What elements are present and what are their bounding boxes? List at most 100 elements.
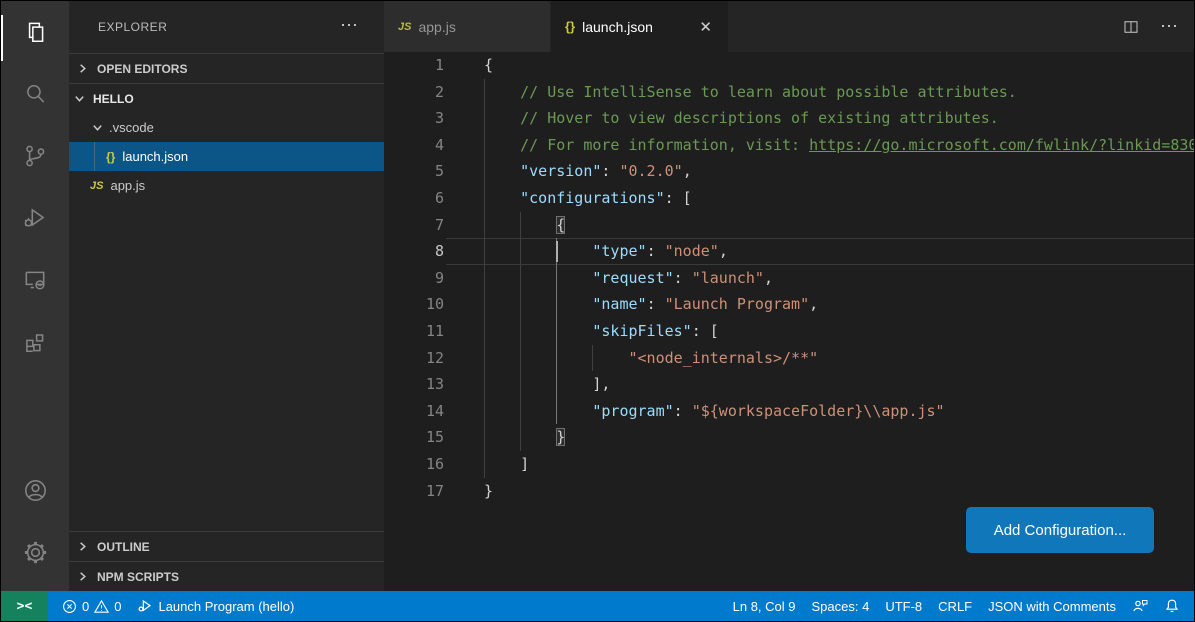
magnifier-icon [22,81,48,107]
code-line[interactable]: 2 // Use IntelliSense to learn about pos… [384,79,1194,106]
code-token: // Hover to view descriptions of existin… [484,109,999,127]
code-token: "type" [592,242,646,260]
status-bar: >< 0 0 Launch Program (hello) [1,591,1194,621]
line-number[interactable]: 6 [384,185,444,212]
encoding-status[interactable]: UTF-8 [877,591,930,621]
tab-launch-json[interactable]: {} launch.json ✕ [551,1,728,52]
indent-guide [484,424,485,451]
editor-more-actions-icon[interactable]: ⋯ [1160,16,1180,37]
eol-status[interactable]: CRLF [930,591,980,621]
code-line[interactable]: 12 "<node_internals>/**" [384,345,1194,372]
npm-scripts-section[interactable]: NPM SCRIPTS [69,562,384,591]
outline-section[interactable]: OUTLINE [69,532,384,561]
line-number[interactable]: 8 [384,238,444,265]
account-icon[interactable] [1,459,69,521]
cursor-position-label: Ln 8, Col 9 [733,599,796,614]
remote-icon: >< [17,599,33,614]
folder-section-hello[interactable]: HELLO [69,84,384,113]
code-token: : [ [665,189,692,207]
editor-group: JS app.js {} launch.json ✕ ⋯ 1{2 // Use … [384,1,1194,591]
line-number[interactable]: 17 [384,478,444,505]
explorer-more-actions-icon[interactable]: ⋯ [340,15,360,36]
indent-guide [520,212,521,239]
search-icon[interactable] [1,63,69,125]
tree-item-launch-json[interactable]: {} launch.json [69,142,384,171]
line-number[interactable]: 11 [384,318,444,345]
code-line[interactable]: 7 { [384,212,1194,239]
code-line[interactable]: 3 // Hover to view descriptions of exist… [384,105,1194,132]
close-icon[interactable]: ✕ [697,18,714,36]
line-number[interactable]: 5 [384,158,444,185]
tab-app-js[interactable]: JS app.js [384,1,551,52]
code-line[interactable]: 4 // For more information, visit: https:… [384,132,1194,159]
code-token: "Launch Program" [665,295,810,313]
explorer-icon[interactable] [1,1,69,63]
line-number[interactable]: 16 [384,451,444,478]
code-token: "node" [665,242,719,260]
line-number[interactable]: 4 [384,132,444,159]
debug-config-label: Launch Program (hello) [158,599,294,614]
open-editors-section[interactable]: OPEN EDITORS [69,54,384,83]
source-control-icon[interactable] [1,125,69,187]
line-number[interactable]: 15 [384,424,444,451]
code-line[interactable]: 17} [384,478,1194,505]
cursor-position-status[interactable]: Ln 8, Col 9 [725,591,804,621]
line-number[interactable]: 7 [384,212,444,239]
code-line[interactable]: 1{ [384,52,1194,79]
code-line[interactable]: 14 "program": "${workspaceFolder}\\app.j… [384,398,1194,425]
line-number[interactable]: 3 [384,105,444,132]
warning-icon [94,599,109,614]
add-configuration-button[interactable]: Add Configuration... [966,507,1154,553]
code-token: : [647,295,665,313]
code-line[interactable]: 9 "request": "launch", [384,265,1194,292]
active-view-indicator [1,15,3,61]
line-number[interactable]: 1 [384,52,444,79]
extensions-icon[interactable] [1,311,69,373]
code-line[interactable]: 10 "name": "Launch Program", [384,291,1194,318]
indent-guide [520,345,521,372]
feedback-status[interactable] [1124,591,1156,621]
code-token: : [ [692,322,719,340]
open-editors-label: OPEN EDITORS [97,62,187,76]
problems-status[interactable]: 0 0 [54,591,129,621]
indent-guide [484,265,485,292]
code-editor[interactable]: 1{2 // Use IntelliSense to learn about p… [384,52,1194,591]
code-line[interactable]: 15 } [384,424,1194,451]
error-icon [62,599,77,614]
settings-gear-icon[interactable] [1,521,69,583]
tree-item-vscode-folder[interactable]: .vscode [69,113,384,142]
indent-guide [520,398,521,425]
code-line[interactable]: 13 ], [384,371,1194,398]
chevron-down-icon [71,91,87,107]
code-line[interactable]: 5 "version": "0.2.0", [384,158,1194,185]
monitor-remote-icon [22,267,48,293]
json-file-icon: {} [565,19,575,34]
line-number[interactable]: 10 [384,291,444,318]
notifications-status[interactable] [1156,591,1188,621]
line-number[interactable]: 2 [384,79,444,106]
code-token: "0.2.0" [619,162,682,180]
remote-explorer-icon[interactable] [1,249,69,311]
code-token: : [674,269,692,287]
code-line[interactable]: 16 ] [384,451,1194,478]
debug-launch-status[interactable]: Launch Program (hello) [129,591,302,621]
tree-item-app-js[interactable]: JS app.js [69,171,384,200]
line-number[interactable]: 13 [384,371,444,398]
line-number[interactable]: 14 [384,398,444,425]
file-label: launch.json [122,149,188,164]
language-mode-status[interactable]: JSON with Comments [980,591,1124,621]
code-line[interactable]: 11 "skipFiles": [ [384,318,1194,345]
bell-icon [1164,598,1180,614]
split-editor-icon[interactable] [1122,18,1140,36]
indent-guide [556,318,557,345]
indent-guide [484,291,485,318]
comment-link[interactable]: https://go.microsoft.com/fwlink/?linkid=… [809,136,1194,154]
code-line[interactable]: 8 "type": "node", [384,238,1194,265]
line-number[interactable]: 12 [384,345,444,372]
indent-guide [520,371,521,398]
indentation-status[interactable]: Spaces: 4 [804,591,878,621]
run-debug-icon[interactable] [1,187,69,249]
remote-indicator[interactable]: >< [1,591,48,621]
code-line[interactable]: 6 "configurations": [ [384,185,1194,212]
line-number[interactable]: 9 [384,265,444,292]
